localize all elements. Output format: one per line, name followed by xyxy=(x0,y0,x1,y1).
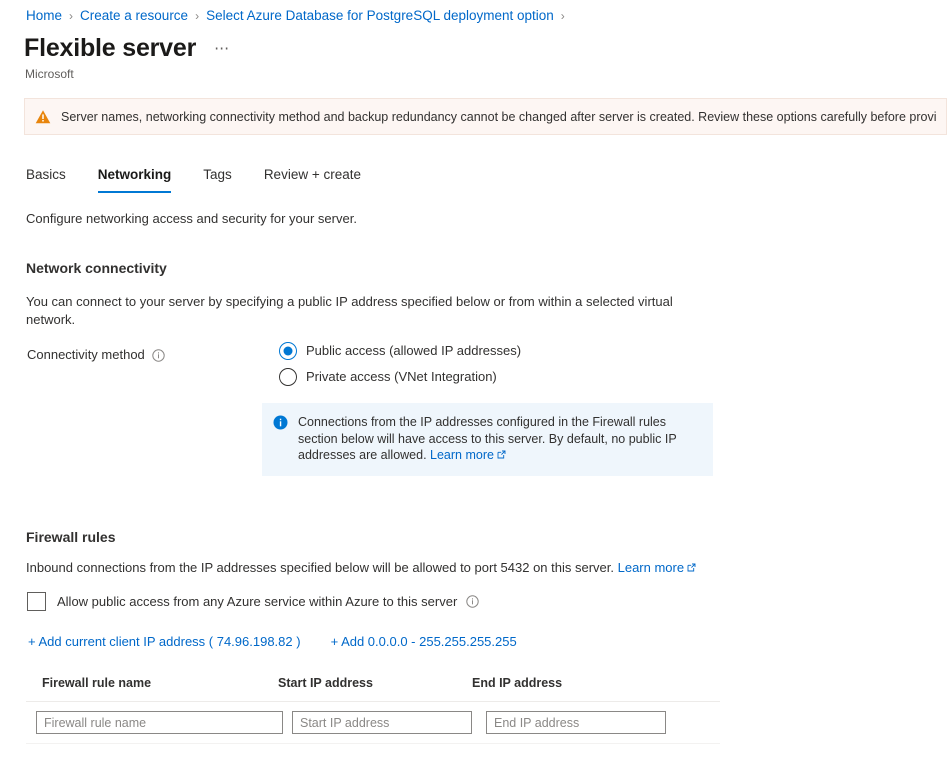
info-box-learn-more-link[interactable]: Learn more xyxy=(430,448,494,462)
info-icon[interactable] xyxy=(152,348,165,362)
table-header-row: Firewall rule name Start IP address End … xyxy=(26,675,720,702)
column-header-rule-name: Firewall rule name xyxy=(42,676,152,690)
networking-intro-text: Configure networking access and security… xyxy=(26,211,357,226)
firewall-learn-more-link[interactable]: Learn more xyxy=(618,560,684,575)
add-all-ip-range-link[interactable]: + Add 0.0.0.0 - 255.255.255.255 xyxy=(331,633,517,651)
start-ip-address-input[interactable] xyxy=(292,711,472,734)
warning-triangle-icon xyxy=(35,109,51,125)
info-circle-icon xyxy=(273,415,288,430)
column-header-start-ip: Start IP address xyxy=(278,676,373,690)
chevron-right-icon: › xyxy=(560,9,565,23)
public-access-info-box: Connections from the IP addresses config… xyxy=(262,403,713,476)
tab-review-create[interactable]: Review + create xyxy=(264,166,361,193)
breadcrumb-item-home[interactable]: Home xyxy=(26,7,62,25)
network-connectivity-heading: Network connectivity xyxy=(26,260,167,276)
firewall-rules-table: Firewall rule name Start IP address End … xyxy=(26,675,720,744)
page-title: Flexible server xyxy=(24,34,197,62)
column-header-end-ip: End IP address xyxy=(472,676,563,690)
network-connectivity-description: You can connect to your server by specif… xyxy=(26,294,673,327)
tab-tags[interactable]: Tags xyxy=(203,166,232,193)
publisher-label: Microsoft xyxy=(25,67,74,81)
firewall-rules-description: Inbound connections from the IP addresse… xyxy=(26,560,618,575)
chevron-right-icon: › xyxy=(69,9,74,23)
breadcrumb: Home › Create a resource › Select Azure … xyxy=(26,7,572,25)
warning-banner: Server names, networking connectivity me… xyxy=(24,98,947,135)
page-title-row: Flexible server ⋯ xyxy=(24,33,231,63)
warning-text: Server names, networking connectivity me… xyxy=(61,109,936,124)
allow-azure-services-label: Allow public access from any Azure servi… xyxy=(57,593,458,609)
radio-button-public-access[interactable] xyxy=(279,342,297,360)
radio-button-private-access[interactable] xyxy=(279,368,297,386)
more-options-icon[interactable]: ⋯ xyxy=(214,41,231,56)
radio-label-private-access: Private access (VNet Integration) xyxy=(306,369,497,384)
firewall-rules-heading: Firewall rules xyxy=(26,529,116,545)
firewall-action-links: + Add current client IP address ( 74.96.… xyxy=(28,633,517,651)
firewall-rules-description-wrap: Inbound connections from the IP addresse… xyxy=(26,559,696,577)
info-icon[interactable] xyxy=(466,595,479,608)
connectivity-method-label: Connectivity method xyxy=(27,346,165,364)
radio-option-public-access[interactable]: Public access (allowed IP addresses) xyxy=(279,342,521,360)
breadcrumb-item-select-deployment-option[interactable]: Select Azure Database for PostgreSQL dep… xyxy=(206,7,554,25)
firewall-rule-name-input[interactable] xyxy=(36,711,283,734)
info-box-text-wrap: Connections from the IP addresses config… xyxy=(298,414,701,464)
tab-basics[interactable]: Basics xyxy=(26,166,66,193)
azure-portal-blade: Home › Create a resource › Select Azure … xyxy=(0,0,947,766)
external-link-icon xyxy=(497,447,506,459)
add-current-client-ip-link[interactable]: + Add current client IP address ( 74.96.… xyxy=(28,633,301,651)
external-link-icon xyxy=(687,559,696,572)
end-ip-address-input[interactable] xyxy=(486,711,666,734)
chevron-right-icon: › xyxy=(195,9,200,23)
connectivity-method-radio-group: Public access (allowed IP addresses) Pri… xyxy=(279,342,521,394)
breadcrumb-item-create-a-resource[interactable]: Create a resource xyxy=(80,7,188,25)
allow-azure-services-checkbox[interactable] xyxy=(27,592,46,611)
table-row xyxy=(26,702,720,744)
allow-azure-services-checkbox-row[interactable]: Allow public access from any Azure servi… xyxy=(27,592,479,611)
tab-networking[interactable]: Networking xyxy=(97,166,171,193)
radio-option-private-access[interactable]: Private access (VNet Integration) xyxy=(279,368,521,386)
tab-bar: Basics Networking Tags Review + create xyxy=(26,166,393,193)
connectivity-method-label-text: Connectivity method xyxy=(27,347,145,362)
radio-label-public-access: Public access (allowed IP addresses) xyxy=(306,343,522,358)
